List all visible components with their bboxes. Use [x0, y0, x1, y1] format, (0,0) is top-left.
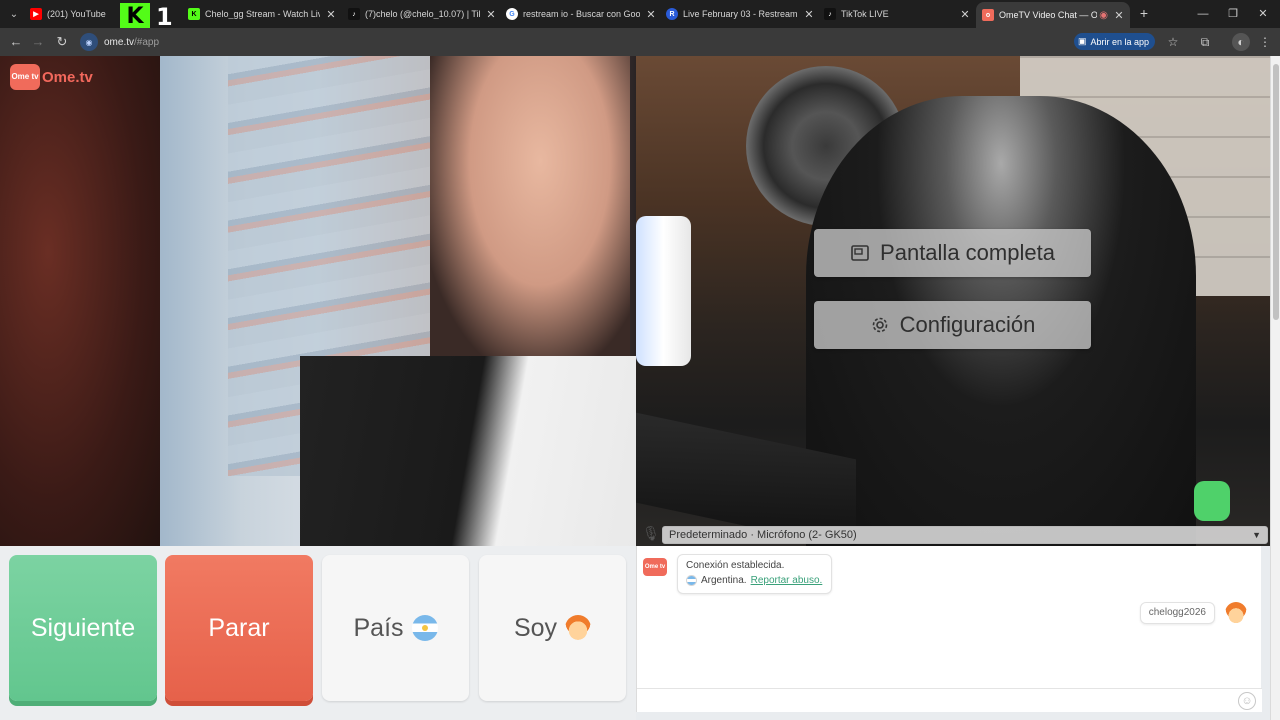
restore-icon[interactable]: ❐	[1218, 0, 1248, 28]
close-icon[interactable]: ✕	[802, 8, 816, 21]
country-button[interactable]: País	[322, 555, 469, 701]
chat-input[interactable]: ☺	[637, 688, 1262, 712]
close-icon[interactable]: ✕	[644, 8, 658, 21]
minimize-icon[interactable]: —	[1188, 0, 1218, 28]
ometv-logo: Ome tv Ome.tv	[10, 64, 93, 90]
open-in-app-button[interactable]: ▣ Abrir en la app	[1074, 33, 1156, 50]
tab-title: Chelo_gg Stream - Watch Live	[205, 9, 320, 19]
close-icon[interactable]: ✕	[324, 8, 338, 21]
video-lamp	[636, 216, 691, 366]
system-message-text: Conexión establecida.	[686, 560, 785, 571]
video-subject-clothing	[300, 356, 636, 546]
video-subject	[430, 56, 630, 356]
tab-title: (201) YouTube	[47, 9, 106, 19]
tiktok-icon: ♪	[348, 8, 360, 20]
microphone-icon: 🎙	[642, 525, 660, 541]
tab-title: (7)chelo (@chelo_10.07) | TikTok	[365, 9, 480, 19]
tab-tiktok-live[interactable]: ♪ TikTok LIVE ✕	[824, 2, 972, 26]
ometv-app: Ome tv Ome.tv Pantalla completa Configur…	[0, 56, 1280, 720]
next-label: Siguiente	[30, 613, 136, 642]
tab-restream[interactable]: R Live February 03 - Restream ✕	[666, 2, 816, 26]
stranger-video: Ome tv Ome.tv	[0, 56, 636, 546]
fullscreen-icon	[850, 243, 870, 263]
tab-google-search[interactable]: G restream io - Buscar con Google ✕	[506, 2, 658, 26]
page-scrollbar[interactable]	[1270, 56, 1280, 720]
stop-button[interactable]: Parar	[165, 555, 313, 701]
argentina-flag-icon	[686, 575, 697, 586]
chat-panel: Ome tv Conexión establecida. Argentina. …	[636, 546, 1262, 712]
browser-menu-icon[interactable]: ⋮	[1256, 33, 1274, 51]
tab-title: TikTok LIVE	[841, 9, 889, 19]
microphone-select-value: Predeterminado · Micrófono (2- GK50)	[669, 529, 857, 541]
forward-icon[interactable]: →	[28, 32, 48, 52]
close-icon[interactable]: ✕	[958, 8, 972, 21]
google-icon: G	[506, 8, 518, 20]
settings-label: Configuración	[899, 312, 1036, 337]
microphone-bar: 🎙 Predeterminado · Micrófono (2- GK50) ▼	[636, 524, 1270, 546]
fullscreen-button[interactable]: Pantalla completa	[814, 229, 1091, 277]
tab-title: restream io - Buscar con Google	[523, 9, 640, 19]
tab-title: Live February 03 - Restream	[683, 9, 798, 19]
tab-search-icon[interactable]: ⌄	[2, 2, 26, 26]
kick-overlay-badge: K 1	[120, 3, 173, 31]
settings-button[interactable]: Configuración	[814, 301, 1091, 349]
kick-logo: K	[120, 3, 150, 31]
new-tab-button[interactable]: +	[1136, 4, 1152, 22]
browser-toolbar: ← → ↻ ◉ ome.tv /#app ▣ Abrir en la app ☆…	[0, 28, 1280, 56]
kick-icon: K	[188, 8, 200, 20]
boy-emoji-icon	[1225, 602, 1247, 624]
ometv-icon: o	[982, 9, 994, 21]
site-info-icon[interactable]: ◉	[80, 33, 98, 51]
country-label: País	[353, 613, 404, 642]
back-icon[interactable]: ←	[6, 32, 26, 52]
argentina-flag-icon	[411, 615, 438, 641]
stop-label: Parar	[208, 613, 270, 642]
app-icon: ▣	[1078, 36, 1087, 46]
microphone-select[interactable]: Predeterminado · Micrófono (2- GK50) ▼	[662, 526, 1268, 544]
address-bar[interactable]: ◉ ome.tv /#app	[80, 31, 159, 53]
video-object	[1194, 481, 1230, 521]
ometv-logo-badge: Ome tv	[10, 64, 40, 90]
boy-emoji-icon	[565, 615, 592, 641]
user-message: chelogg2026	[1139, 602, 1215, 624]
system-message: Conexión establecida. Argentina. Reporta…	[677, 554, 832, 594]
bookmark-star-icon[interactable]: ☆	[1164, 33, 1182, 51]
kick-rank-number: 1	[156, 3, 173, 31]
scrollbar-thumb[interactable]	[1273, 64, 1279, 320]
reload-icon[interactable]: ↻	[52, 32, 72, 52]
open-in-app-label: Abrir en la app	[1090, 36, 1150, 47]
tab-bar: ⌄ ▶ (201) YouTube K 1 K Chelo_gg Stream …	[0, 0, 1280, 31]
tiktok-icon: ♪	[824, 8, 836, 20]
gender-label: Soy	[513, 613, 558, 642]
close-icon[interactable]: ✕	[1112, 9, 1126, 22]
emoji-icon[interactable]: ☺	[1238, 692, 1256, 710]
fullscreen-label: Pantalla completa	[880, 240, 1055, 265]
tab-ometv[interactable]: o OmeTV Video Chat — Ome ◉ ✕	[976, 2, 1130, 28]
next-button[interactable]: Siguiente	[9, 555, 157, 701]
video-foreground-hair	[0, 56, 160, 546]
tab-tiktok-profile[interactable]: ♪ (7)chelo (@chelo_10.07) | TikTok ✕	[348, 2, 498, 26]
restream-icon: R	[666, 8, 678, 20]
close-window-icon[interactable]: ✕	[1248, 0, 1278, 28]
tab-youtube[interactable]: ▶ (201) YouTube	[30, 2, 118, 26]
gear-icon	[870, 315, 890, 335]
system-message-country: Argentina. Reportar abuso.	[686, 575, 823, 586]
url-host: ome.tv	[104, 36, 135, 48]
gender-button[interactable]: Soy	[479, 555, 626, 701]
country-name: Argentina.	[701, 575, 747, 586]
ometv-avatar: Ome tv	[643, 558, 667, 576]
ometv-logo-text: Ome.tv	[42, 68, 93, 86]
report-abuse-link[interactable]: Reportar abuso.	[751, 575, 823, 586]
tab-title: OmeTV Video Chat — Ome	[999, 10, 1098, 20]
tab-kick-stream[interactable]: K Chelo_gg Stream - Watch Live ✕	[188, 2, 338, 26]
close-icon[interactable]: ✕	[484, 8, 498, 21]
extensions-icon[interactable]: ⧉	[1196, 33, 1214, 51]
url-path: /#app	[134, 36, 160, 48]
controls-panel: Siguiente Parar País Soy	[0, 546, 636, 720]
youtube-icon: ▶	[30, 8, 42, 20]
recording-icon: ◉	[1099, 9, 1108, 21]
profile-avatar[interactable]: ◐	[1232, 33, 1250, 51]
chevron-down-icon: ▼	[1252, 530, 1261, 540]
